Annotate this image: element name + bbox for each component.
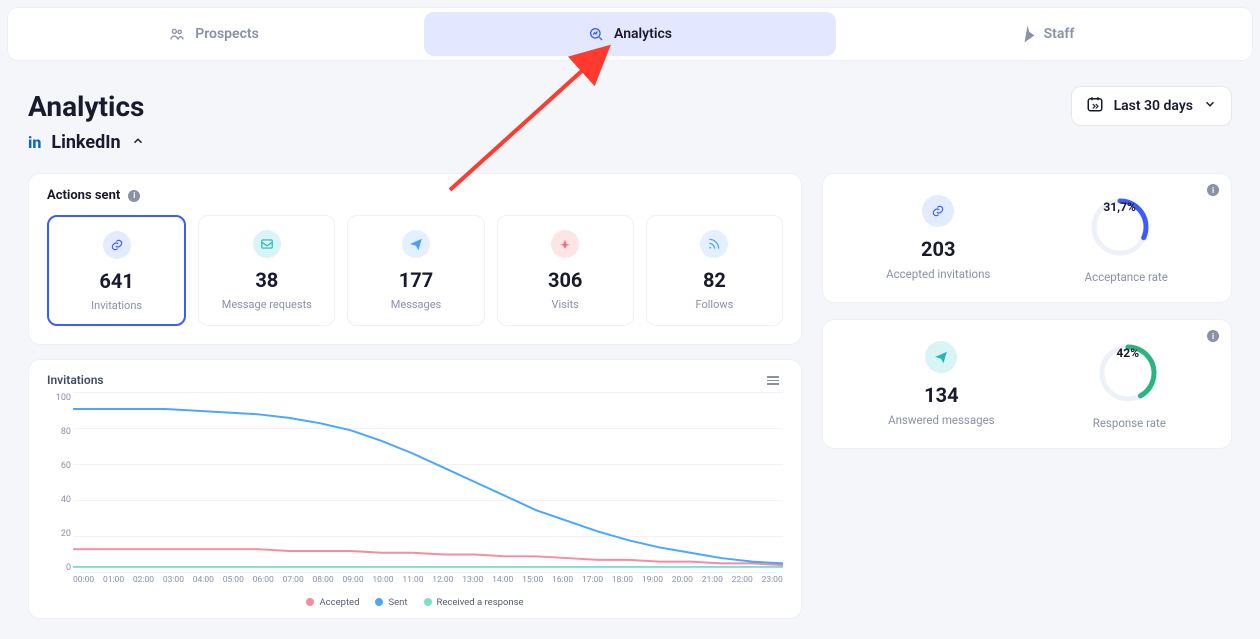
- rss-icon: [700, 230, 728, 258]
- tab-label: Analytics: [614, 26, 672, 42]
- top-nav: Prospects Analytics Staff: [8, 8, 1252, 60]
- tab-prospects[interactable]: Prospects: [8, 8, 420, 60]
- stat-value: 306: [504, 268, 627, 292]
- kpi-ring-pct: 31,7%: [1085, 200, 1155, 214]
- chevron-down-icon: [1203, 97, 1217, 115]
- stat-tile-invitations[interactable]: 641 Invitations: [47, 215, 186, 326]
- stat-label: Visits: [504, 298, 627, 311]
- kpi-ring: 42%: [1093, 338, 1163, 408]
- stat-tile-message-requests[interactable]: 38 Message requests: [198, 215, 335, 326]
- chart-area: 100806040200 00:0001:0002:0003:0004:0005…: [73, 393, 783, 593]
- legend-item: Accepted: [306, 597, 359, 608]
- link-icon: [103, 231, 131, 259]
- kpi-ring-label: Acceptance rate: [1085, 270, 1168, 284]
- tab-label: Staff: [1044, 26, 1075, 42]
- date-range-label: Last 30 days: [1114, 98, 1193, 114]
- platform-section-toggle[interactable]: in LinkedIn: [0, 132, 1260, 163]
- legend-item: Received a response: [424, 597, 524, 608]
- info-icon[interactable]: i: [1207, 330, 1219, 342]
- date-range-picker[interactable]: Last 30 days: [1071, 86, 1232, 126]
- stat-tile-follows[interactable]: 82 Follows: [646, 215, 783, 326]
- chevron-up-icon: [131, 132, 145, 153]
- legend-item: Sent: [375, 597, 407, 608]
- linkedin-icon: in: [28, 133, 41, 152]
- kpi-ring: 31,7%: [1085, 192, 1155, 262]
- stat-value: 38: [205, 268, 328, 292]
- chart-card: Invitations 100806040200 00:0001:0002:00…: [28, 359, 802, 619]
- info-icon[interactable]: i: [128, 190, 140, 202]
- info-icon[interactable]: i: [1207, 184, 1219, 196]
- stat-label: Message requests: [205, 298, 328, 311]
- kpi-card: i 203 Accepted invitations 31,7% Acceptance …: [822, 173, 1232, 303]
- stat-label: Invitations: [55, 299, 178, 312]
- plane-icon: [402, 230, 430, 258]
- prospects-icon: [169, 26, 185, 42]
- stat-value: 82: [653, 268, 776, 292]
- nav-icon: [551, 230, 579, 258]
- kpi-ring-pct: 42%: [1093, 346, 1163, 360]
- tab-analytics[interactable]: Analytics: [424, 12, 836, 56]
- chart-menu-icon[interactable]: [763, 372, 783, 389]
- kpi-value: 203: [921, 237, 955, 261]
- stat-label: Messages: [354, 298, 477, 311]
- chart-title: Invitations: [47, 373, 104, 387]
- actions-sent-card: Actions sent i 641 Invitations 38 Message r…: [28, 173, 802, 345]
- inbox-icon: [253, 230, 281, 258]
- page-title: Analytics: [28, 90, 144, 123]
- kpi-value: 134: [924, 383, 958, 407]
- kpi-value-label: Answered messages: [888, 413, 995, 427]
- link-icon: [922, 195, 954, 227]
- analytics-icon: [588, 26, 604, 42]
- plane-icon: [925, 341, 957, 373]
- platform-name: LinkedIn: [51, 132, 120, 153]
- kpi-value-label: Accepted invitations: [886, 267, 990, 281]
- stat-tile-messages[interactable]: 177 Messages: [347, 215, 484, 326]
- tab-label: Prospects: [195, 26, 259, 42]
- stat-value: 177: [354, 268, 477, 292]
- stat-tile-visits[interactable]: 306 Visits: [497, 215, 634, 326]
- stat-value: 641: [55, 269, 178, 293]
- kpi-ring-label: Response rate: [1093, 416, 1166, 430]
- chart-legend: Accepted Sent Received a response: [47, 597, 783, 608]
- kpi-card: i 134 Answered messages 42% Response rate: [822, 319, 1232, 449]
- calendar-fast-icon: [1086, 95, 1104, 117]
- stat-label: Follows: [653, 298, 776, 311]
- staff-icon: [1018, 26, 1034, 42]
- card-title: Actions sent: [47, 188, 120, 203]
- tab-staff[interactable]: Staff: [840, 8, 1252, 60]
